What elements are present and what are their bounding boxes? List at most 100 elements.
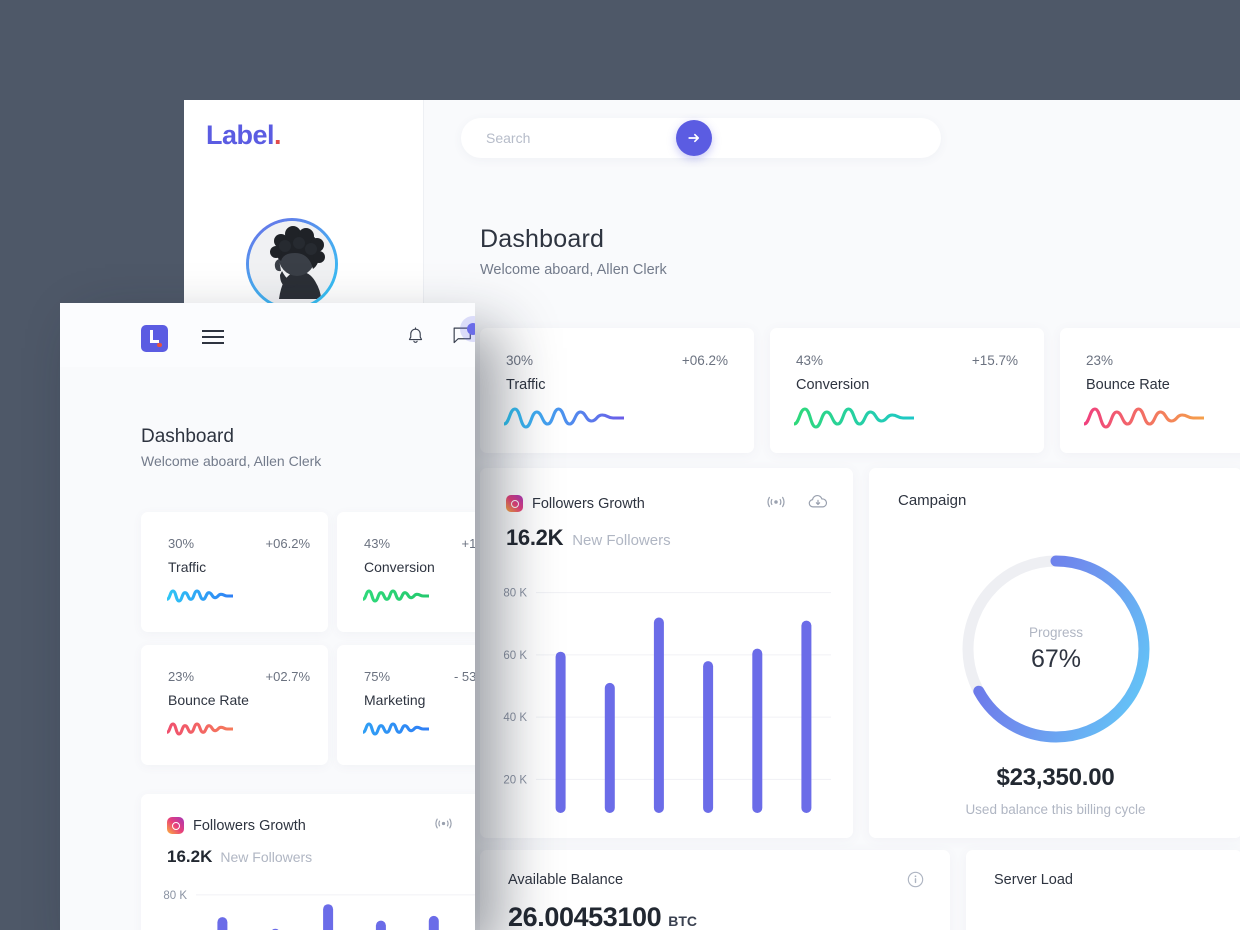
stat-delta: +06.2%: [681, 353, 728, 368]
followers-count-group: 16.2K New Followers: [506, 525, 671, 551]
stat-percent: 43%: [796, 353, 824, 368]
stat-card-top: 30% +06.2%: [168, 536, 310, 551]
mobile-stat-card-grid: 30% +06.2% Traffic 43% +15.7% Conversion…: [141, 512, 475, 765]
stat-delta: +02.7%: [265, 669, 310, 684]
stat-sparkline: [165, 588, 235, 609]
label-logo-icon[interactable]: [141, 325, 168, 352]
followers-count: 16.2K: [506, 525, 564, 550]
mobile-followers-count-label: New Followers: [220, 849, 313, 865]
followers-count-label: New Followers: [572, 532, 671, 549]
sparkline: [792, 407, 916, 429]
stat-sparkline: [1082, 406, 1206, 435]
notification-badge: [467, 323, 475, 335]
followers-growth-bar-chart: 80 K 60 K 40 K 20 K: [503, 588, 831, 813]
bar: [217, 917, 228, 930]
stat-card[interactable]: 23% Bounce Rate: [1060, 328, 1240, 453]
svg-text:60 K: 60 K: [503, 650, 527, 662]
stat-card-top: 43% +15.7%: [364, 536, 475, 551]
cloud-download-icon[interactable]: [474, 816, 475, 831]
stat-percent: 30%: [168, 536, 195, 551]
stat-percent: 43%: [364, 536, 391, 551]
brand-dot: .: [274, 120, 282, 150]
mobile-dashboard-window: Dashboard Welcome aboard, Allen Clerk 30…: [60, 303, 475, 930]
sparkline: [165, 589, 235, 603]
followers-growth-actions: [766, 494, 829, 510]
instagram-icon: [506, 495, 523, 512]
page-title: Dashboard: [480, 225, 605, 253]
stat-label: Bounce Rate: [1086, 377, 1170, 393]
stat-card[interactable]: 30% +06.2% Traffic: [141, 512, 328, 632]
progress-label: Progress: [1028, 624, 1084, 640]
balance-amount: 26.00453100: [508, 902, 662, 930]
broadcast-icon[interactable]: [766, 495, 786, 509]
campaign-amount-caption: Used balance this billing cycle: [965, 802, 1146, 817]
page-subtitle: Welcome aboard, Allen Clerk: [480, 262, 667, 278]
stat-card[interactable]: 23% +02.7% Bounce Rate: [141, 645, 328, 765]
mobile-followers-header: Followers Growth: [167, 817, 306, 834]
stat-percent: 23%: [1086, 353, 1114, 368]
stat-card[interactable]: 30% +06.2% Traffic: [480, 328, 754, 453]
brand-logo[interactable]: Label.: [206, 120, 282, 151]
stat-label: Traffic: [168, 559, 207, 575]
server-load-title: Server Load: [994, 872, 1073, 888]
available-balance-value: 26.00453100 BTC: [508, 902, 697, 930]
mobile-page-title: Dashboard: [141, 426, 234, 447]
stat-label: Bounce Rate: [168, 692, 249, 708]
broadcast-icon[interactable]: [434, 817, 453, 830]
instagram-icon: [167, 817, 184, 834]
bar: [604, 682, 615, 813]
bar: [428, 915, 439, 930]
stat-sparkline: [361, 721, 431, 742]
svg-text:20 K: 20 K: [503, 774, 527, 786]
stat-card[interactable]: 43% +15.7% Conversion: [770, 328, 1044, 453]
bar: [375, 920, 386, 930]
followers-growth-header: Followers Growth: [506, 495, 645, 512]
mobile-header: [60, 303, 475, 367]
stat-card-top: 43% +15.7%: [796, 353, 1018, 368]
search-bar: [461, 118, 941, 158]
stat-delta: +06.2%: [265, 536, 310, 551]
stat-percent: 30%: [506, 353, 534, 368]
bell-glyph: [408, 327, 423, 343]
stat-card[interactable]: 43% +15.7% Conversion: [337, 512, 475, 632]
stat-label: Traffic: [506, 377, 546, 393]
followers-growth-card: Followers Growth 16.2K New Followers 80 …: [480, 468, 853, 838]
stat-label: Conversion: [364, 559, 435, 575]
cloud-download-icon[interactable]: [807, 494, 829, 510]
svg-text:40 K: 40 K: [503, 712, 527, 724]
server-load-card: Server Load: [966, 850, 1240, 930]
sparkline: [502, 407, 626, 429]
progress-value: 67%: [1030, 644, 1082, 673]
stat-delta: +15.7%: [971, 353, 1018, 368]
stat-card-top: 30% +06.2%: [506, 353, 728, 368]
bar: [703, 661, 714, 813]
sparkline: [361, 589, 431, 603]
campaign-progress-donut: Progress 67%: [947, 540, 1165, 758]
bar: [323, 904, 334, 930]
stat-card-top: 75% - 53.34%: [364, 669, 475, 684]
stat-label: Marketing: [364, 692, 426, 708]
stat-sparkline: [361, 588, 431, 609]
balance-unit: BTC: [668, 913, 698, 929]
info-icon[interactable]: [907, 871, 924, 893]
avatar-portrait-icon: [249, 221, 335, 307]
svg-text:80 K: 80 K: [503, 588, 527, 600]
mobile-followers-bar-chart: 80 K: [163, 890, 475, 930]
stat-card[interactable]: 75% - 53.34% Marketing: [337, 645, 475, 765]
stat-percent: 23%: [168, 669, 195, 684]
bar: [653, 617, 664, 813]
mobile-followers-actions: [434, 816, 475, 831]
stat-sparkline: [502, 406, 626, 435]
bell-icon[interactable]: [407, 327, 424, 351]
hamburger-menu-icon[interactable]: [202, 330, 224, 348]
mobile-followers-growth-card: Followers Growth 16.2K New Followers 80 …: [141, 794, 475, 930]
search-submit-button[interactable]: [676, 120, 712, 156]
info-circle-icon: [907, 871, 924, 888]
stat-delta: +15.7%: [461, 536, 475, 551]
stat-percent: 75%: [364, 669, 391, 684]
mobile-page-subtitle: Welcome aboard, Allen Clerk: [141, 453, 322, 469]
followers-growth-title: Followers Growth: [532, 495, 645, 512]
avatar[interactable]: [246, 218, 338, 310]
stat-card-top: 23%: [1086, 353, 1240, 368]
stat-card-row: 30% +06.2% Traffic 43% +15.7% Conversion…: [480, 328, 1240, 453]
